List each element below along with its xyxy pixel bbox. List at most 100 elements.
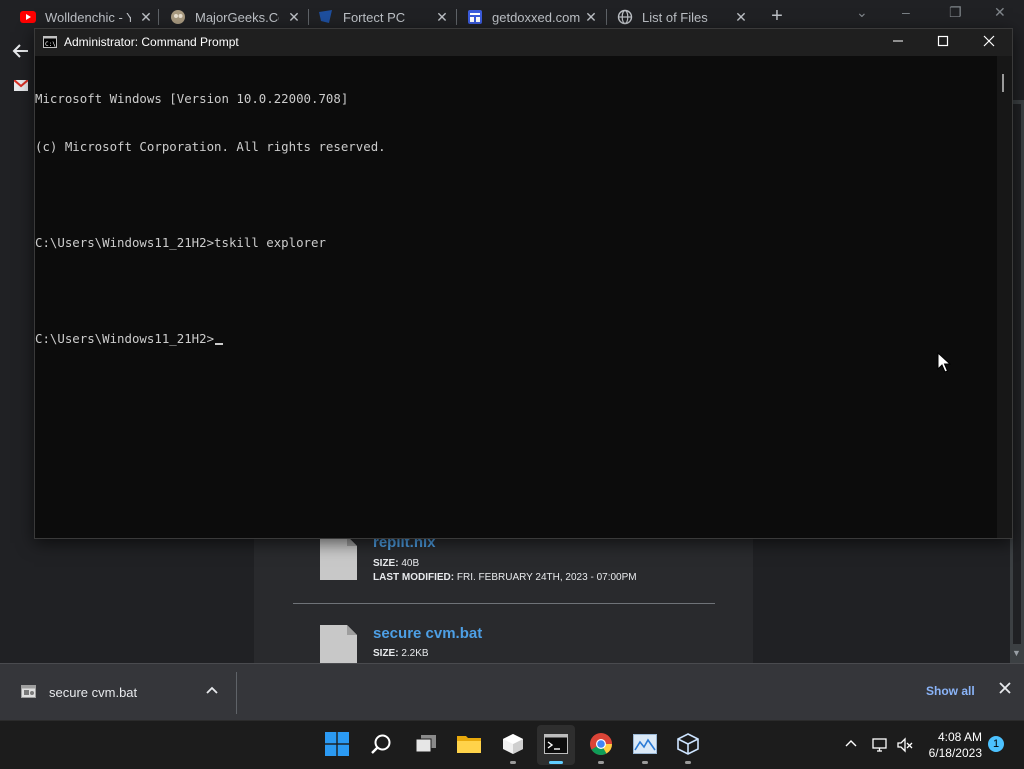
scroll-down-icon[interactable]: ▼	[1012, 648, 1021, 658]
cmd-title-bar[interactable]: C:\ Administrator: Command Prompt	[35, 29, 1012, 56]
running-indicator	[598, 761, 604, 764]
maximize-icon	[937, 35, 949, 47]
tab-title: MajorGeeks.Cor	[195, 9, 279, 25]
minimize-button[interactable]	[875, 29, 921, 56]
running-indicator	[685, 761, 691, 764]
active-indicator	[549, 761, 563, 764]
close-icon[interactable]: ✕	[434, 9, 450, 25]
search-button[interactable]	[366, 729, 396, 759]
file-size: SIZE: 2.2KB	[373, 648, 429, 659]
scrollbar-thumb[interactable]	[1002, 74, 1004, 92]
file-modified-label: LAST MODIFIED:	[373, 572, 455, 583]
windows-logo-icon	[325, 732, 349, 756]
task-view-icon	[415, 735, 436, 753]
chrome-app-button[interactable]	[586, 729, 616, 759]
cmd-window-title: Administrator: Command Prompt	[64, 35, 239, 49]
text-cursor	[215, 343, 224, 345]
network-icon[interactable]	[871, 736, 889, 754]
tab-separator	[308, 9, 309, 25]
folder-icon	[457, 736, 481, 753]
file-size-label: SIZE:	[373, 558, 399, 569]
scrollbar-thumb[interactable]	[1013, 104, 1021, 644]
majorgeeks-icon	[170, 9, 186, 25]
chevron-up-icon[interactable]	[206, 684, 218, 698]
cmd-scrollbar[interactable]	[997, 56, 1012, 538]
virtualbox-app-button[interactable]	[498, 729, 528, 759]
new-tab-button[interactable]: +	[767, 6, 787, 26]
fortect-icon	[318, 9, 334, 25]
close-icon	[983, 35, 995, 47]
console-line: (c) Microsoft Corporation. All rights re…	[35, 139, 386, 154]
close-button[interactable]	[966, 29, 1012, 56]
close-icon[interactable]: ✕	[583, 9, 599, 25]
cmd-icon: C:\	[43, 36, 57, 48]
minimize-icon[interactable]: –	[902, 4, 910, 20]
chevron-up-icon	[845, 740, 857, 747]
tab-separator	[456, 9, 457, 25]
download-file-name: secure cvm.bat	[49, 685, 138, 700]
console-output[interactable]: Microsoft Windows [Version 10.0.22000.70…	[35, 59, 995, 379]
file-name-link[interactable]: secure cvm.bat	[373, 625, 482, 642]
tab-separator	[158, 9, 159, 25]
image-viewer-icon	[633, 734, 657, 754]
console-line: Microsoft Windows [Version 10.0.22000.70…	[35, 91, 349, 106]
photos-app-button[interactable]	[630, 729, 660, 759]
tab-search-icon[interactable]: ⌄	[856, 4, 868, 21]
show-hidden-icons-button[interactable]	[845, 735, 857, 750]
close-download-bar-icon[interactable]	[999, 681, 1011, 699]
restore-icon[interactable]: ❐	[949, 4, 962, 21]
youtube-icon	[20, 9, 36, 25]
file-icon	[320, 536, 357, 580]
minimize-icon	[893, 40, 903, 42]
mouse-cursor-icon	[937, 352, 951, 373]
vm-app-button[interactable]	[673, 729, 703, 759]
command-prompt-window[interactable]: C:\ Administrator: Command Prompt Micros…	[34, 28, 1013, 539]
back-button[interactable]	[12, 42, 32, 62]
console-prompt: C:\Users\Windows11_21H2>	[35, 331, 215, 346]
close-icon[interactable]: ✕	[138, 9, 154, 25]
chrome-icon	[590, 733, 612, 755]
box-icon	[677, 733, 699, 755]
tab-title: getdoxxed.com	[492, 9, 581, 25]
download-separator	[236, 672, 237, 714]
file-explorer-button[interactable]	[454, 729, 484, 759]
clock-date: 6/18/2023	[928, 746, 982, 760]
close-icon[interactable]: ✕	[733, 9, 749, 25]
system-clock[interactable]: 4:08 AM 6/18/2023	[922, 729, 982, 761]
cube-icon	[503, 734, 523, 754]
maximize-button[interactable]	[920, 29, 966, 56]
tab-title: Wolldenchic - Y	[45, 9, 131, 25]
start-button[interactable]	[322, 729, 352, 759]
task-view-button[interactable]	[411, 729, 441, 759]
console-line: C:\Users\Windows11_21H2>tskill explorer	[35, 235, 326, 250]
close-icon[interactable]: ✕	[994, 4, 1006, 21]
file-size-value: 40B	[401, 558, 420, 569]
globe-icon	[617, 9, 633, 25]
search-icon	[371, 734, 391, 754]
file-modified: LAST MODIFIED: FRI. FEBRUARY 24TH, 2023 …	[373, 572, 637, 583]
command-prompt-app-button[interactable]	[541, 729, 571, 759]
file-size: SIZE: 40B	[373, 558, 419, 569]
svg-text:C:\: C:\	[45, 41, 56, 48]
gmail-bookmark-icon[interactable]	[13, 78, 29, 91]
file-modified-value: FRI. FEBRUARY 24TH, 2023 - 07:00PM	[456, 572, 637, 583]
taskbar: 4:08 AM 6/18/2023 1	[0, 720, 1024, 769]
close-icon[interactable]: ✕	[286, 9, 302, 25]
download-bar: secure cvm.bat Show all	[0, 663, 1024, 721]
running-indicator	[510, 761, 516, 764]
volume-muted-icon[interactable]	[896, 736, 914, 754]
tab-title: Fortect PC	[343, 9, 406, 25]
clock-time: 4:08 AM	[937, 730, 982, 744]
tab-title: List of Files	[642, 9, 708, 25]
file-size-value: 2.2KB	[401, 648, 429, 659]
batch-file-icon	[21, 685, 36, 698]
running-indicator	[642, 761, 648, 764]
download-item[interactable]: secure cvm.bat	[0, 664, 236, 721]
file-size-label: SIZE:	[373, 648, 399, 659]
notification-badge[interactable]: 1	[988, 736, 1004, 752]
console-prompt-line[interactable]: C:\Users\Windows11_21H2>	[35, 331, 995, 347]
show-all-button[interactable]: Show all	[926, 684, 975, 698]
list-divider	[293, 603, 715, 604]
